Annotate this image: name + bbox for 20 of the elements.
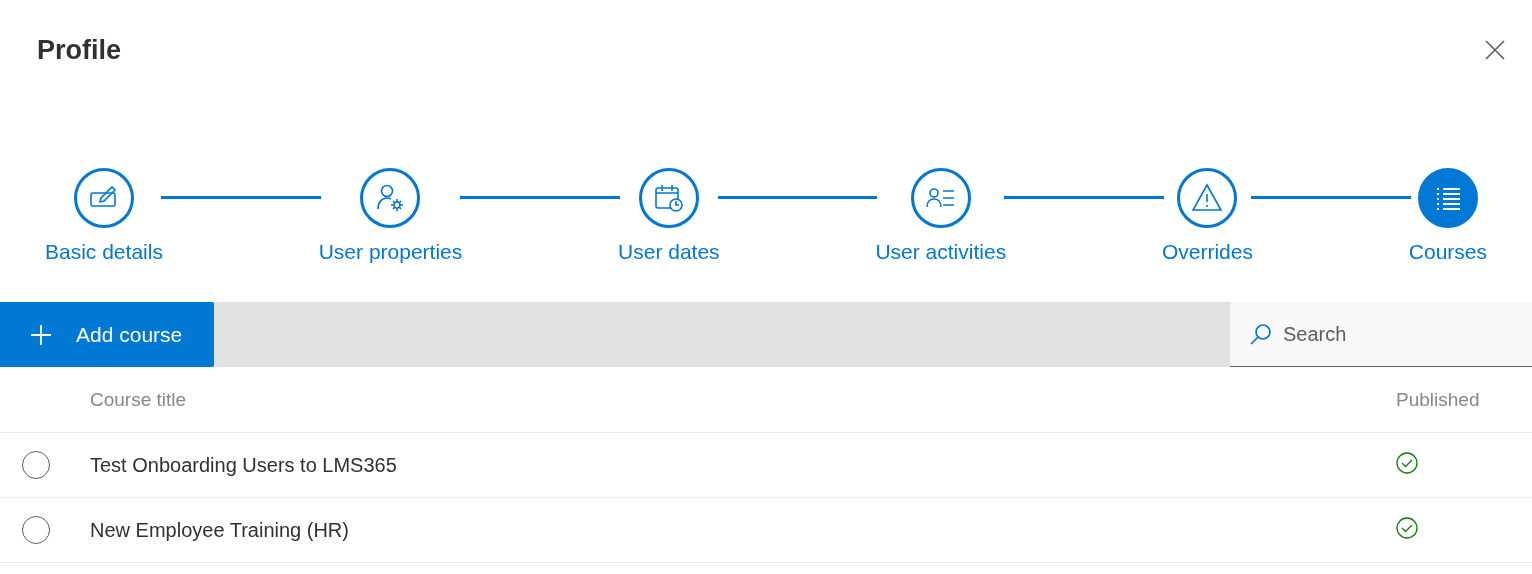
column-header: Course title [90,388,187,410]
course-title: Test Onboarding Users to LMS365 [90,453,397,476]
plus-icon [30,323,52,346]
course-title: New Employee Training (HR) [90,518,349,541]
search-icon [1250,323,1272,345]
warning-icon [1191,182,1224,214]
step-label[interactable]: Basic details [45,240,163,264]
dialog-title: Profile [37,34,122,66]
close-icon [1484,39,1506,61]
step-label[interactable]: Overrides [1161,240,1253,264]
search-field[interactable]: Search [1230,302,1532,367]
row-radio[interactable] [22,451,50,479]
step-label[interactable]: User properties [318,240,463,264]
step-label[interactable]: User activities [875,240,1007,264]
add-course-button[interactable]: Add course [0,302,214,367]
column-header: Published [1396,388,1480,410]
calendar-clock-icon [652,182,685,214]
step-label[interactable]: Courses [1408,240,1487,264]
row-radio[interactable] [22,516,50,544]
step-label[interactable]: User dates [618,240,720,264]
